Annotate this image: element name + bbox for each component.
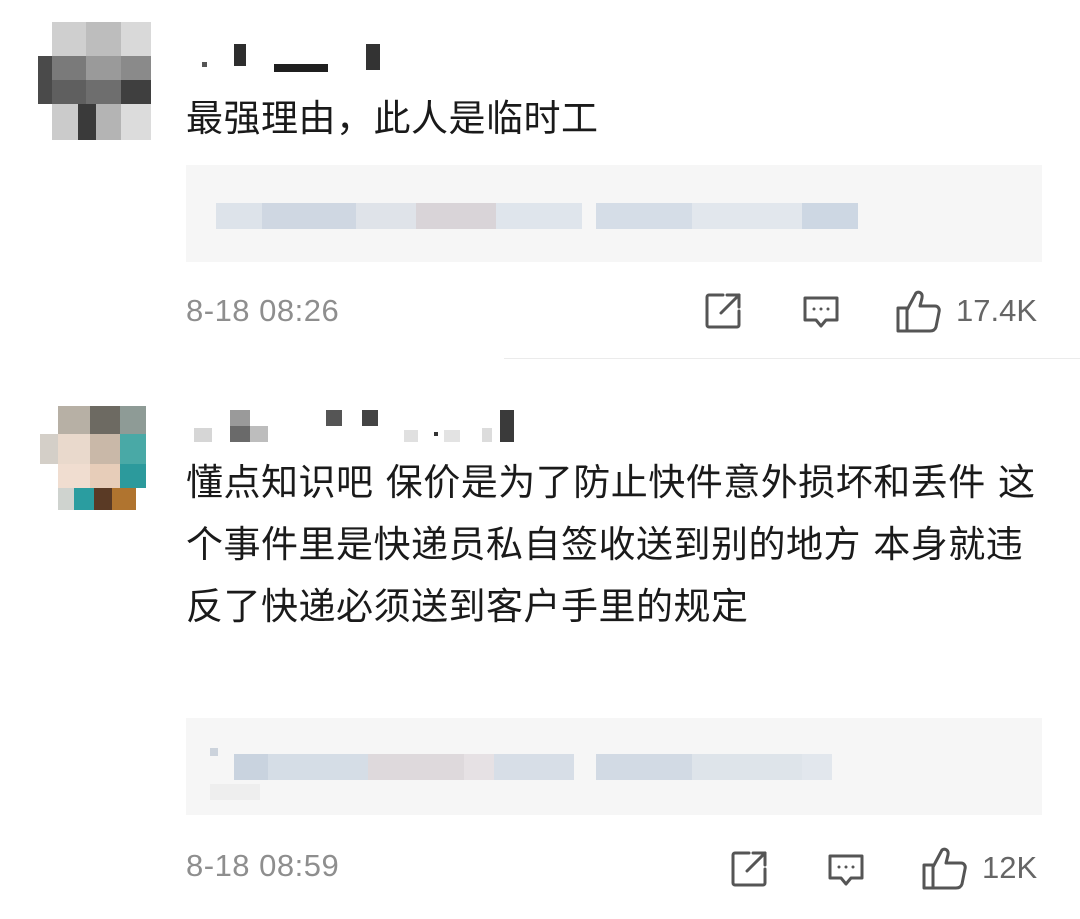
username-redacted[interactable] [190, 408, 520, 444]
share-icon [731, 851, 767, 887]
share-button[interactable] [729, 849, 769, 889]
share-icon [705, 293, 741, 329]
like-button[interactable]: 17.4K [896, 289, 1037, 333]
thumbs-up-icon [922, 847, 967, 890]
reply-button[interactable] [801, 292, 841, 332]
share-button[interactable] [703, 291, 743, 331]
quoted-content-blurred[interactable] [186, 165, 1042, 262]
reply-button[interactable] [826, 850, 866, 890]
like-count: 17.4K [956, 293, 1038, 328]
like-button[interactable]: 12K [922, 846, 1037, 890]
avatar[interactable] [36, 22, 160, 146]
comment-text: 最强理由，此人是临时工 [186, 97, 599, 140]
comment-icon [803, 296, 839, 328]
divider [504, 358, 1080, 359]
quoted-content-blurred[interactable] [186, 718, 1042, 815]
like-count: 12K [982, 850, 1038, 885]
thumbs-up-icon [896, 290, 941, 333]
avatar[interactable] [38, 406, 162, 530]
timestamp: 8-18 08:26 [186, 293, 340, 328]
username-redacted[interactable] [196, 42, 392, 78]
comment-icon [828, 854, 864, 886]
timestamp: 8-18 08:59 [186, 848, 340, 883]
comment-text: 懂点知识吧 保价是为了防止快件意外损坏和丢件 这个事件里是快递员私自签收送到别的… [186, 461, 1036, 628]
